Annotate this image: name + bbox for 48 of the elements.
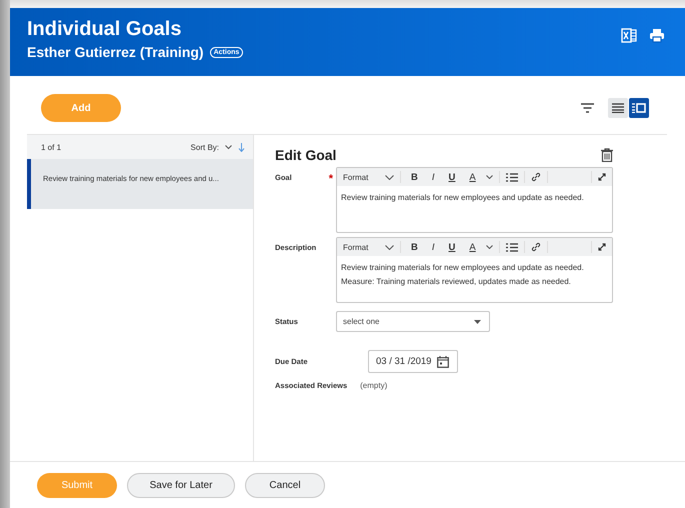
format-button[interactable]: U (444, 172, 460, 182)
format-button[interactable]: U (444, 242, 460, 252)
form-heading: Edit Goal (275, 147, 336, 163)
excel-icon[interactable] (621, 28, 637, 43)
page-title: Individual Goals (27, 18, 182, 41)
format-button[interactable]: A (465, 172, 480, 182)
link-icon[interactable] (530, 172, 541, 182)
format-dropdown[interactable]: Format (343, 242, 379, 252)
field-value: (empty) (360, 381, 388, 390)
sort-by-dropdown[interactable]: Sort By: (190, 142, 219, 152)
chevron-down-icon[interactable] (225, 144, 232, 150)
chevron-down-icon[interactable] (486, 245, 493, 249)
trash-icon[interactable] (601, 148, 613, 162)
result-count: 1 of 1 (41, 142, 62, 152)
chevron-down-icon[interactable] (385, 174, 394, 180)
secondary-button[interactable]: Cancel (245, 472, 325, 498)
status-dropdown[interactable]: select one (336, 311, 490, 332)
rich-text-editor[interactable]: Format B I U A Review training materials for new employees and update as needed. Measure: Training materials reviewed, updates made as needed. (336, 237, 613, 303)
format-button[interactable]: A (465, 242, 480, 252)
editor-text-line: Measure: Training materials reviewed, updates made as needed. (341, 276, 572, 288)
calendar-icon[interactable] (437, 356, 450, 368)
format-button[interactable]: I (428, 242, 439, 252)
format-dropdown[interactable]: Format (343, 172, 379, 182)
link-icon[interactable] (530, 242, 541, 252)
secondary-button[interactable]: Save for Later (127, 472, 235, 498)
format-button[interactable]: B (407, 242, 422, 252)
expand-icon[interactable] (598, 173, 606, 181)
format-button[interactable]: I (428, 172, 439, 182)
format-button[interactable]: B (407, 172, 422, 182)
required-mark: * (328, 173, 333, 187)
dropdown-arrow-icon (474, 320, 481, 324)
editor-text-line: Review training materials for new employees and update as needed. (341, 192, 585, 204)
list-icon (612, 103, 624, 113)
filter-icon[interactable] (581, 103, 594, 113)
editor-text-line: Review training materials for new employees and update as needed. (341, 262, 585, 274)
chevron-down-icon[interactable] (486, 175, 493, 179)
detail-view-icon (632, 103, 646, 113)
chevron-down-icon[interactable] (385, 244, 394, 250)
rich-text-editor[interactable]: Format B I U A Review training materials for new employees and update as needed. (336, 167, 613, 233)
expand-icon[interactable] (598, 243, 606, 251)
detail-view-button[interactable] (629, 98, 649, 118)
list-view-button[interactable] (608, 98, 628, 118)
sort-arrow-icon[interactable] (238, 142, 245, 152)
date-field[interactable]: 03 / 31 /2019 (368, 350, 458, 373)
bullet-list-icon[interactable] (506, 242, 518, 252)
bullet-list-icon[interactable] (506, 172, 518, 182)
worker-name: Esther Gutierrez (Training) (27, 44, 204, 60)
print-icon[interactable] (649, 28, 665, 43)
